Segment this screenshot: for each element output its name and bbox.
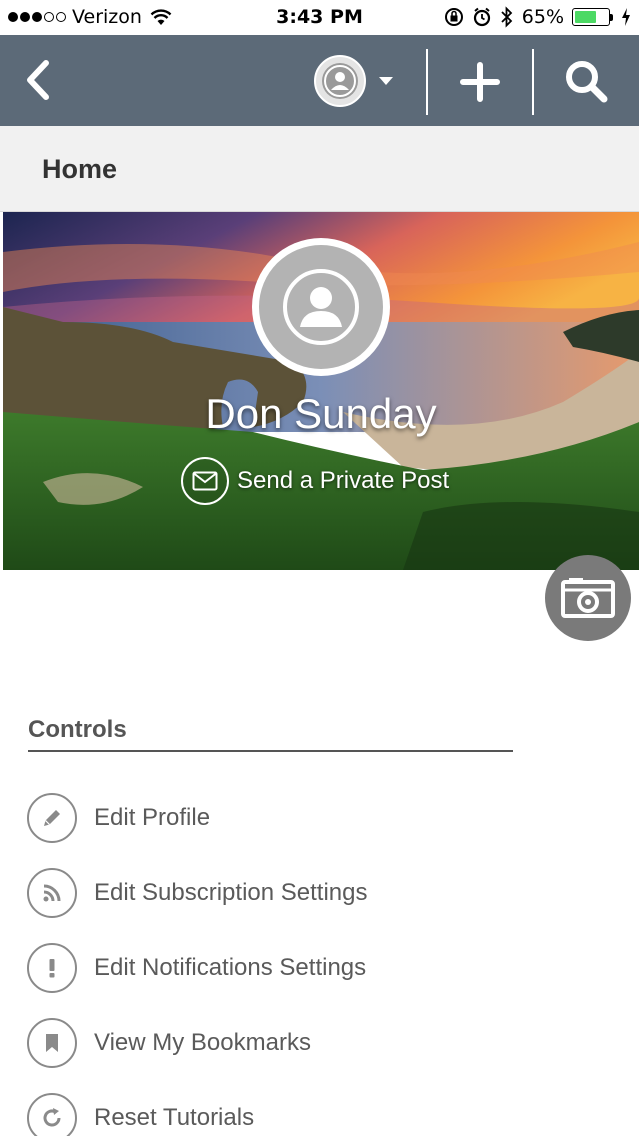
reset-tutorials-item[interactable]: Reset Tutorials <box>27 1080 627 1136</box>
back-chevron-icon <box>27 60 49 100</box>
avatar-icon <box>322 63 358 99</box>
send-private-post-button[interactable]: Send a Private Post <box>181 457 449 505</box>
envelope-icon <box>181 457 229 505</box>
cover-photo: Don Sunday Send a Private Post <box>3 212 639 570</box>
edit-notifications-settings-item[interactable]: Edit Notifications Settings <box>27 930 627 1005</box>
control-label: Edit Notifications Settings <box>94 953 367 981</box>
envelope-glyph <box>192 471 218 491</box>
control-label: Edit Profile <box>94 803 211 831</box>
controls-heading: Controls <box>28 716 513 752</box>
profile-name: Don Sunday <box>205 390 437 437</box>
camera-icon <box>561 578 615 618</box>
battery-percent: 65% <box>521 6 564 28</box>
back-button[interactable] <box>18 57 64 103</box>
caret-down-icon <box>379 77 393 85</box>
battery-tip <box>610 13 613 21</box>
status-bar: Verizon 3:43 PM 65% <box>0 0 639 35</box>
nav-divider <box>532 49 534 115</box>
bluetooth-icon <box>501 6 513 28</box>
view-my-bookmarks-item[interactable]: View My Bookmarks <box>27 1005 627 1080</box>
add-button[interactable] <box>455 57 505 107</box>
pencil-icon <box>27 792 77 843</box>
exclamation-icon <box>27 942 77 993</box>
status-right: 65% <box>444 6 631 28</box>
private-post-label: Send a Private Post <box>237 467 450 494</box>
charging-bolt-icon <box>622 8 630 26</box>
alarm-icon <box>473 7 490 27</box>
battery-icon <box>572 8 613 26</box>
bookmark-icon <box>27 1017 77 1068</box>
edit-profile-item[interactable]: Edit Profile <box>27 780 627 855</box>
orientation-lock-icon <box>444 8 463 26</box>
change-cover-photo-button[interactable] <box>545 555 631 641</box>
user-silhouette-icon <box>283 269 359 345</box>
plus-icon <box>460 62 500 102</box>
edit-subscription-settings-item[interactable]: Edit Subscription Settings <box>27 855 627 930</box>
nav-divider <box>426 49 428 115</box>
account-menu-button[interactable] <box>314 55 394 107</box>
battery-body <box>572 8 610 26</box>
controls-list: Edit Profile Edit Subscription Settings … <box>27 780 627 1136</box>
refresh-icon <box>27 1092 77 1136</box>
app-nav-bar <box>0 35 639 126</box>
control-label: Edit Subscription Settings <box>94 878 368 906</box>
control-label: View My Bookmarks <box>94 1028 311 1056</box>
search-button[interactable] <box>560 55 612 107</box>
rss-icon <box>27 867 77 918</box>
avatar <box>314 55 366 107</box>
breadcrumb-home-link[interactable]: Home <box>42 154 117 185</box>
control-label: Reset Tutorials <box>94 1103 255 1131</box>
search-icon <box>566 61 608 103</box>
profile-avatar[interactable] <box>252 238 390 376</box>
profile-avatar-inner <box>259 245 383 369</box>
battery-fill <box>575 11 596 23</box>
breadcrumb: Home <box>0 126 639 212</box>
